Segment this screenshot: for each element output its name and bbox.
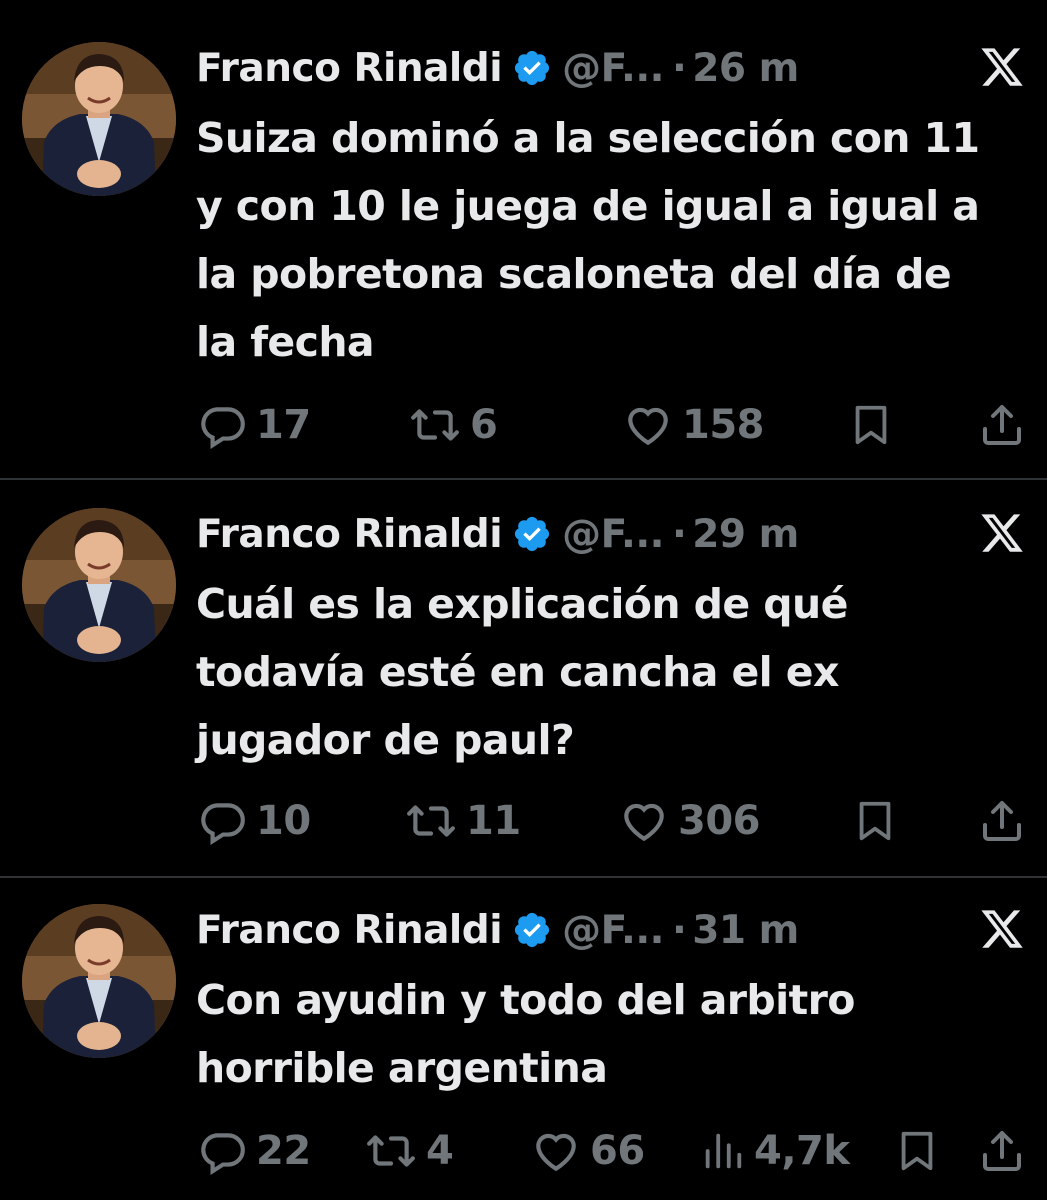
tweet[interactable]: Franco Rinaldi @F... · 29 m Cuál es la e… bbox=[0, 480, 1047, 876]
x-logo-icon bbox=[979, 906, 1025, 952]
share-icon bbox=[978, 1126, 1026, 1176]
like-count: 306 bbox=[678, 798, 761, 844]
reply-button[interactable]: 22 bbox=[198, 1126, 311, 1176]
reply-icon bbox=[198, 400, 248, 450]
tweet-text-line: Cuál es la explicación de qué bbox=[196, 580, 848, 628]
tweet-header: Franco Rinaldi @F... · 26 m bbox=[196, 38, 799, 98]
like-icon bbox=[618, 796, 670, 846]
share-icon bbox=[978, 400, 1026, 450]
tweet-header: Franco Rinaldi @F... · 31 m bbox=[196, 900, 799, 960]
avatar[interactable] bbox=[22, 508, 176, 662]
like-button[interactable]: 306 bbox=[618, 796, 761, 846]
author-handle[interactable]: @F... bbox=[562, 512, 664, 557]
repost-button[interactable]: 4 bbox=[364, 1126, 454, 1176]
tweet-text-line: y con 10 le juega de igual a igual a bbox=[196, 182, 980, 230]
tweet-text-line: jugador de paul? bbox=[196, 716, 575, 764]
author-handle[interactable]: @F... bbox=[562, 908, 664, 953]
repost-icon bbox=[404, 796, 458, 846]
tweet[interactable]: Franco Rinaldi @F... · 26 m Suiza dominó… bbox=[0, 0, 1047, 478]
tweet-text-line: la fecha bbox=[196, 318, 375, 366]
repost-count: 11 bbox=[466, 798, 521, 844]
avatar[interactable] bbox=[22, 904, 176, 1058]
bookmark-icon bbox=[894, 1126, 940, 1176]
bookmark-button[interactable] bbox=[894, 1126, 940, 1176]
views-button[interactable]: 4,7k bbox=[700, 1126, 850, 1176]
views-icon bbox=[700, 1126, 746, 1176]
reply-count: 22 bbox=[256, 1128, 311, 1174]
tweet-text: Cuál es la explicación de qué todavía es… bbox=[196, 570, 1031, 774]
reply-icon bbox=[198, 796, 248, 846]
tweet-text-line: Con ayudin y todo del arbitro bbox=[196, 976, 855, 1024]
bookmark-icon bbox=[848, 400, 894, 450]
author-name[interactable]: Franco Rinaldi bbox=[196, 908, 503, 953]
tweet[interactable]: Franco Rinaldi @F... · 31 m Con ayudin y… bbox=[0, 878, 1047, 1200]
bookmark-icon bbox=[852, 796, 898, 846]
tweet-text-line: horrible argentina bbox=[196, 1044, 608, 1092]
like-icon bbox=[530, 1126, 582, 1176]
tweet-text-line: Suiza dominó a la selección con 11 bbox=[196, 114, 980, 162]
separator: · bbox=[671, 511, 687, 557]
reply-button[interactable]: 17 bbox=[198, 400, 311, 450]
verified-badge-icon bbox=[512, 48, 552, 88]
tweet-text: Con ayudin y todo del arbitro horrible a… bbox=[196, 966, 1031, 1102]
x-logo-icon bbox=[979, 44, 1025, 90]
timestamp[interactable]: 26 m bbox=[692, 46, 799, 91]
repost-count: 6 bbox=[470, 402, 498, 448]
like-count: 66 bbox=[590, 1128, 645, 1174]
reply-icon bbox=[198, 1126, 248, 1176]
repost-icon bbox=[364, 1126, 418, 1176]
like-button[interactable]: 158 bbox=[622, 400, 765, 450]
bookmark-button[interactable] bbox=[852, 796, 898, 846]
views-count: 4,7k bbox=[754, 1128, 850, 1174]
like-icon bbox=[622, 400, 674, 450]
share-button[interactable] bbox=[978, 400, 1026, 450]
share-button[interactable] bbox=[978, 796, 1026, 846]
repost-count: 4 bbox=[426, 1128, 454, 1174]
verified-badge-icon bbox=[512, 514, 552, 554]
x-logo-icon bbox=[979, 510, 1025, 556]
like-button[interactable]: 66 bbox=[530, 1126, 645, 1176]
like-count: 158 bbox=[682, 402, 765, 448]
tweet-header: Franco Rinaldi @F... · 29 m bbox=[196, 504, 799, 564]
author-handle[interactable]: @F... bbox=[562, 46, 664, 91]
share-button[interactable] bbox=[978, 1126, 1026, 1176]
verified-badge-icon bbox=[512, 910, 552, 950]
reply-count: 17 bbox=[256, 402, 311, 448]
timestamp[interactable]: 29 m bbox=[692, 512, 799, 557]
reply-count: 10 bbox=[256, 798, 311, 844]
bookmark-button[interactable] bbox=[848, 400, 894, 450]
avatar[interactable] bbox=[22, 42, 176, 196]
tweet-text-line: la pobretona scaloneta del día de bbox=[196, 250, 952, 298]
tweet-text-line: todavía esté en cancha el ex bbox=[196, 648, 839, 696]
repost-button[interactable]: 6 bbox=[408, 400, 498, 450]
author-name[interactable]: Franco Rinaldi bbox=[196, 512, 503, 557]
tweet-text: Suiza dominó a la selección con 11 y con… bbox=[196, 104, 1031, 376]
share-icon bbox=[978, 796, 1026, 846]
timestamp[interactable]: 31 m bbox=[692, 908, 799, 953]
repost-icon bbox=[408, 400, 462, 450]
reply-button[interactable]: 10 bbox=[198, 796, 311, 846]
repost-button[interactable]: 11 bbox=[404, 796, 521, 846]
separator: · bbox=[671, 907, 687, 953]
author-name[interactable]: Franco Rinaldi bbox=[196, 46, 503, 91]
separator: · bbox=[671, 45, 687, 91]
